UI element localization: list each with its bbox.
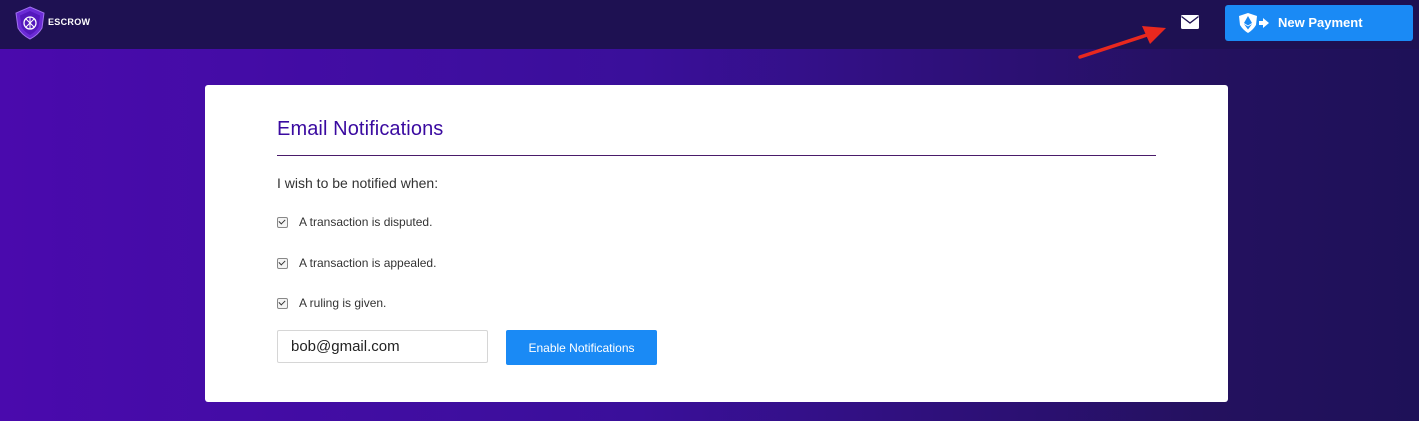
option-label: A transaction is disputed. [299, 215, 433, 229]
page-title: Email Notifications [277, 118, 444, 140]
ethereum-shield-arrow-icon [1239, 13, 1271, 33]
option-appealed[interactable]: A transaction is appealed. [277, 255, 436, 271]
email-notifications-card: Email Notifications I wish to be notifie… [205, 85, 1228, 402]
new-payment-button[interactable]: New Payment [1225, 5, 1413, 41]
appealed-checkbox[interactable] [277, 257, 288, 269]
escrow-shield-logo-icon[interactable] [14, 6, 46, 40]
new-payment-label: New Payment [1278, 15, 1363, 30]
top-navigation-bar: ESCROW New Payment [0, 0, 1419, 49]
logo-text: ESCROW [48, 17, 91, 27]
title-divider [277, 155, 1156, 156]
enable-notifications-button[interactable]: Enable Notifications [506, 330, 657, 365]
ruling-checkbox[interactable] [277, 297, 288, 309]
disputed-checkbox[interactable] [277, 216, 288, 228]
email-field[interactable] [277, 330, 488, 363]
option-ruling[interactable]: A ruling is given. [277, 295, 386, 311]
intro-text: I wish to be notified when: [277, 175, 439, 191]
option-disputed[interactable]: A transaction is disputed. [277, 214, 432, 230]
envelope-icon[interactable] [1181, 14, 1199, 30]
option-label: A transaction is appealed. [299, 256, 437, 270]
option-label: A ruling is given. [299, 296, 387, 310]
annotation-arrow-icon [1078, 26, 1166, 59]
